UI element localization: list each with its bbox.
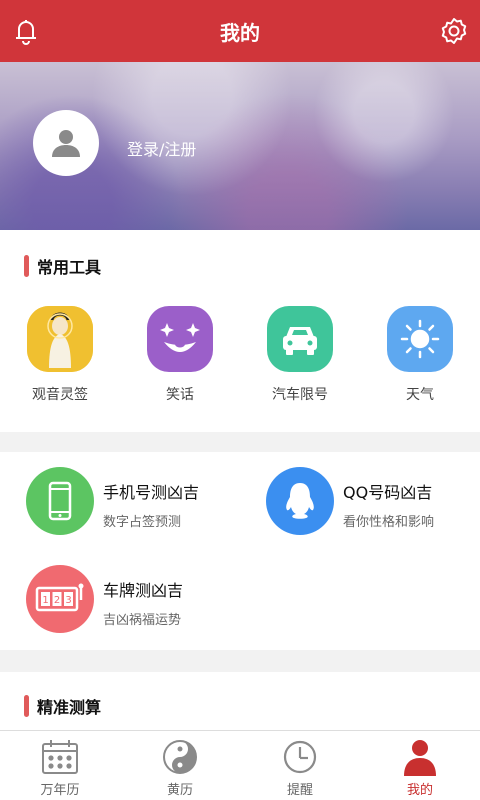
tab-almanac[interactable]: 黄历 bbox=[120, 731, 240, 800]
section-header: 精准测算 bbox=[24, 694, 101, 718]
profile-banner: 登录/注册 bbox=[0, 62, 480, 230]
guanyin-icon bbox=[27, 306, 93, 372]
tab-label: 我的 bbox=[406, 783, 433, 798]
tab-label: 提醒 bbox=[286, 783, 313, 798]
phone-icon bbox=[26, 467, 94, 535]
tool-guanyin[interactable]: 观音灵签 bbox=[10, 306, 110, 404]
qq-penguin-icon bbox=[266, 467, 334, 535]
svg-text:3: 3 bbox=[65, 595, 71, 606]
tool-weather[interactable]: 天气 bbox=[370, 306, 470, 404]
bell-icon[interactable] bbox=[8, 13, 44, 49]
clown-icon bbox=[147, 306, 213, 372]
tab-label: 万年历 bbox=[40, 783, 80, 798]
section-title: 常用工具 bbox=[37, 258, 102, 277]
tool-label: 观音灵签 bbox=[32, 387, 88, 403]
clock-icon bbox=[280, 737, 320, 777]
section-accent-bar bbox=[24, 695, 29, 717]
yin-yang-icon bbox=[160, 737, 200, 777]
top-bar: 我的 bbox=[0, 0, 480, 62]
tool-label: 天气 bbox=[406, 387, 434, 403]
section-header: 常用工具 bbox=[24, 254, 101, 278]
svg-text:1: 1 bbox=[42, 595, 48, 606]
person-icon bbox=[400, 737, 440, 777]
tab-label: 黄历 bbox=[166, 783, 193, 798]
avatar[interactable] bbox=[33, 110, 99, 176]
precise-section: 精准测算 bbox=[0, 672, 480, 730]
fortune-subtitle: 数字占签预测 bbox=[103, 515, 182, 530]
fortune-subtitle: 看你性格和影响 bbox=[343, 515, 435, 530]
car-icon bbox=[267, 306, 333, 372]
section-title: 精准测算 bbox=[37, 698, 102, 717]
fortune-title: 手机号测凶吉 bbox=[103, 483, 200, 502]
fortune-section: 手机号测凶吉 数字占签预测 QQ号码凶吉 看你性格和影响 1 2 3 车牌测凶吉… bbox=[0, 452, 480, 650]
fortune-title: QQ号码凶吉 bbox=[343, 483, 433, 502]
calendar-icon bbox=[40, 737, 80, 777]
tool-car-limit[interactable]: 汽车限号 bbox=[250, 306, 350, 404]
fortune-item-qq[interactable]: QQ号码凶吉 看你性格和影响 bbox=[266, 467, 434, 535]
page-title: 我的 bbox=[220, 20, 260, 45]
tab-reminder[interactable]: 提醒 bbox=[240, 731, 360, 800]
gear-icon[interactable] bbox=[436, 13, 472, 49]
tab-calendar[interactable]: 万年历 bbox=[0, 731, 120, 800]
user-icon bbox=[52, 130, 80, 157]
fortune-title: 车牌测凶吉 bbox=[103, 581, 184, 600]
tool-label: 笑话 bbox=[166, 387, 194, 403]
fortune-item-plate[interactable]: 1 2 3 车牌测凶吉 吉凶祸福运势 bbox=[26, 565, 183, 633]
common-tools-section: 常用工具 观音灵签 笑话 汽车限号 天气 bbox=[0, 230, 480, 432]
fortune-item-phone[interactable]: 手机号测凶吉 数字占签预测 bbox=[26, 467, 199, 535]
sun-icon bbox=[387, 306, 453, 372]
fortune-subtitle: 吉凶祸福运势 bbox=[103, 613, 182, 628]
bottom-tab-bar: 万年历 黄历 提醒 我的 bbox=[0, 730, 480, 800]
tab-mine[interactable]: 我的 bbox=[360, 731, 480, 800]
slot-machine-icon: 1 2 3 bbox=[26, 565, 94, 633]
login-register-link[interactable]: 登录/注册 bbox=[127, 136, 196, 160]
tool-label: 汽车限号 bbox=[272, 387, 328, 403]
svg-text:2: 2 bbox=[54, 595, 60, 606]
section-accent-bar bbox=[24, 255, 29, 277]
tool-jokes[interactable]: 笑话 bbox=[130, 306, 230, 404]
